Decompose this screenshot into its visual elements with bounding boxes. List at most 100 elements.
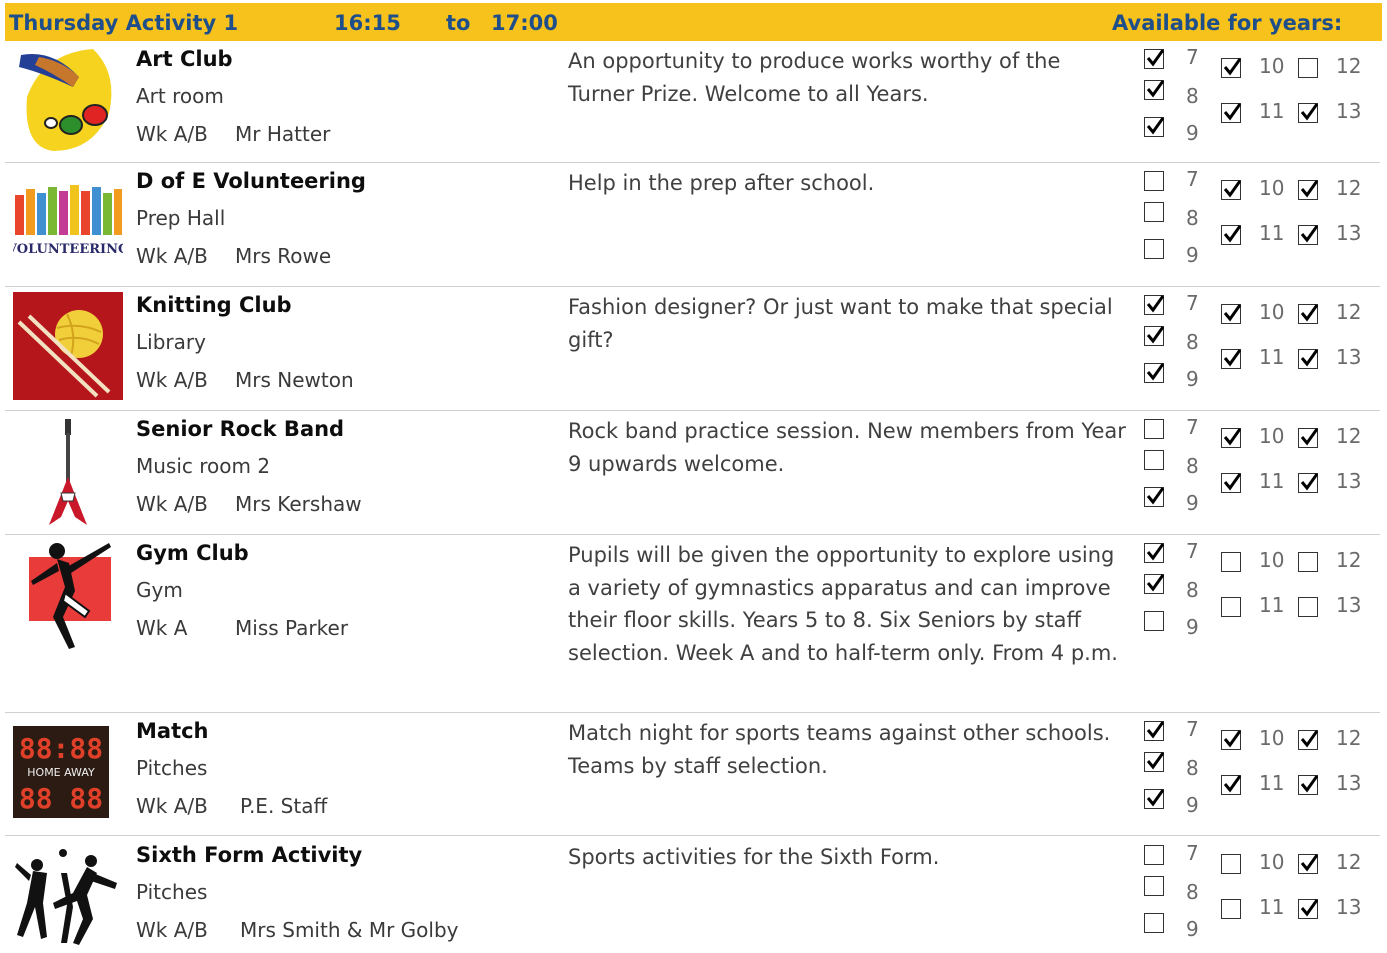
year-9-checkbox[interactable] xyxy=(1144,363,1164,383)
year-13-checkbox[interactable] xyxy=(1298,103,1318,123)
year-10-checkbox[interactable] xyxy=(1221,552,1241,572)
year-12-label: 12 xyxy=(1336,548,1362,572)
year-8-label: 8 xyxy=(1186,578,1199,602)
year-7-checkbox[interactable] xyxy=(1144,295,1164,315)
year-8-label: 8 xyxy=(1186,330,1199,354)
year-12-checkbox[interactable] xyxy=(1298,180,1318,200)
start-time: 16:15 xyxy=(334,11,401,35)
year-8-checkbox[interactable] xyxy=(1144,752,1164,772)
activity-week: Wk A xyxy=(136,616,188,640)
year-10-checkbox[interactable] xyxy=(1221,428,1241,448)
year-13-checkbox[interactable] xyxy=(1298,597,1318,617)
activity-room: Gym xyxy=(136,578,183,602)
year-9-checkbox[interactable] xyxy=(1144,913,1164,933)
year-8-checkbox[interactable] xyxy=(1144,876,1164,896)
year-9-checkbox[interactable] xyxy=(1144,789,1164,809)
year-12-checkbox[interactable] xyxy=(1298,428,1318,448)
year-9-checkbox[interactable] xyxy=(1144,611,1164,631)
year-12-checkbox[interactable] xyxy=(1298,854,1318,874)
year-7-checkbox[interactable] xyxy=(1144,845,1164,865)
year-11-checkbox[interactable] xyxy=(1221,103,1241,123)
year-7-checkbox[interactable] xyxy=(1144,49,1164,69)
scoreboard-labels: HOME AWAY xyxy=(27,766,95,779)
year-12-checkbox[interactable] xyxy=(1298,304,1318,324)
year-13-checkbox[interactable] xyxy=(1298,899,1318,919)
electric-guitar-icon xyxy=(13,417,123,527)
year-12-label: 12 xyxy=(1336,424,1362,448)
year-9-label: 9 xyxy=(1186,121,1199,145)
activity-room: Art room xyxy=(136,84,224,108)
activity-title: Knitting Club xyxy=(136,293,292,317)
activity-teacher: Mrs Smith & Mr Golby xyxy=(240,918,459,942)
activity-title: D of E Volunteering xyxy=(136,169,366,193)
activity-week: Wk A/B xyxy=(136,918,208,942)
volunteering-logo-text: VOLUNTEERING xyxy=(13,242,123,257)
year-13-checkbox[interactable] xyxy=(1298,473,1318,493)
year-12-checkbox[interactable] xyxy=(1298,730,1318,750)
year-10-checkbox[interactable] xyxy=(1221,854,1241,874)
year-13-checkbox[interactable] xyxy=(1298,349,1318,369)
activity-row: Senior Rock Band Music room 2 Wk A/B Mrs … xyxy=(5,411,1380,535)
year-7-checkbox[interactable] xyxy=(1144,721,1164,741)
year-10-checkbox[interactable] xyxy=(1221,58,1241,78)
year-9-label: 9 xyxy=(1186,243,1199,267)
year-13-checkbox[interactable] xyxy=(1298,775,1318,795)
activity-session-label: Thursday Activity 1 xyxy=(9,11,239,35)
year-8-label: 8 xyxy=(1186,880,1199,904)
year-11-checkbox[interactable] xyxy=(1221,775,1241,795)
activity-teacher: Mrs Kershaw xyxy=(235,492,362,516)
year-8-checkbox[interactable] xyxy=(1144,574,1164,594)
activity-description: Fashion designer? Or just want to make t… xyxy=(568,295,1113,352)
activity-row: 88:88 HOME AWAY 88 88 Match Pitches Wk A… xyxy=(5,713,1380,836)
year-12-label: 12 xyxy=(1336,176,1362,200)
year-10-checkbox[interactable] xyxy=(1221,180,1241,200)
year-11-checkbox[interactable] xyxy=(1221,225,1241,245)
year-12-label: 12 xyxy=(1336,850,1362,874)
year-8-checkbox[interactable] xyxy=(1144,326,1164,346)
year-10-label: 10 xyxy=(1259,54,1285,78)
year-7-label: 7 xyxy=(1186,291,1199,315)
activity-week-teacher: Wk A Miss Parker xyxy=(136,616,348,640)
year-11-checkbox[interactable] xyxy=(1221,473,1241,493)
year-7-checkbox[interactable] xyxy=(1144,171,1164,191)
year-11-label: 11 xyxy=(1259,345,1285,369)
year-8-label: 8 xyxy=(1186,756,1199,780)
year-13-label: 13 xyxy=(1336,345,1362,369)
year-10-label: 10 xyxy=(1259,300,1285,324)
year-7-label: 7 xyxy=(1186,717,1199,741)
activity-week: Wk A/B xyxy=(136,122,208,146)
year-7-label: 7 xyxy=(1186,45,1199,69)
year-10-checkbox[interactable] xyxy=(1221,304,1241,324)
activity-description: Match night for sports teams against oth… xyxy=(568,721,1111,778)
available-years-label: Available for years: xyxy=(1112,11,1343,35)
year-11-checkbox[interactable] xyxy=(1221,899,1241,919)
year-11-checkbox[interactable] xyxy=(1221,349,1241,369)
year-12-checkbox[interactable] xyxy=(1298,58,1318,78)
activity-title: Sixth Form Activity xyxy=(136,843,363,867)
time-separator: to xyxy=(446,11,471,35)
year-9-checkbox[interactable] xyxy=(1144,487,1164,507)
year-8-checkbox[interactable] xyxy=(1144,450,1164,470)
activity-row: Gym Club Gym Wk A Miss Parker Pupils will… xyxy=(5,535,1380,713)
year-12-checkbox[interactable] xyxy=(1298,552,1318,572)
activity-row: Sixth Form Activity Pitches Wk A/B Mrs Sm… xyxy=(5,837,1380,953)
activity-teacher: Mrs Rowe xyxy=(235,244,332,268)
year-8-checkbox[interactable] xyxy=(1144,202,1164,222)
year-9-label: 9 xyxy=(1186,917,1199,941)
year-9-checkbox[interactable] xyxy=(1144,239,1164,259)
year-13-label: 13 xyxy=(1336,593,1362,617)
header-bar: Thursday Activity 1 16:15 to 17:00 Avail… xyxy=(5,3,1382,41)
year-7-checkbox[interactable] xyxy=(1144,419,1164,439)
activity-room: Pitches xyxy=(136,880,208,904)
activity-title: Senior Rock Band xyxy=(136,417,345,441)
year-9-checkbox[interactable] xyxy=(1144,117,1164,137)
end-time: 17:00 xyxy=(491,11,558,35)
year-11-checkbox[interactable] xyxy=(1221,597,1241,617)
year-9-label: 9 xyxy=(1186,367,1199,391)
year-8-checkbox[interactable] xyxy=(1144,80,1164,100)
year-10-checkbox[interactable] xyxy=(1221,730,1241,750)
year-13-checkbox[interactable] xyxy=(1298,225,1318,245)
year-7-checkbox[interactable] xyxy=(1144,543,1164,563)
year-10-label: 10 xyxy=(1259,424,1285,448)
activity-week-teacher: Wk A/B Mrs Rowe xyxy=(136,244,331,268)
